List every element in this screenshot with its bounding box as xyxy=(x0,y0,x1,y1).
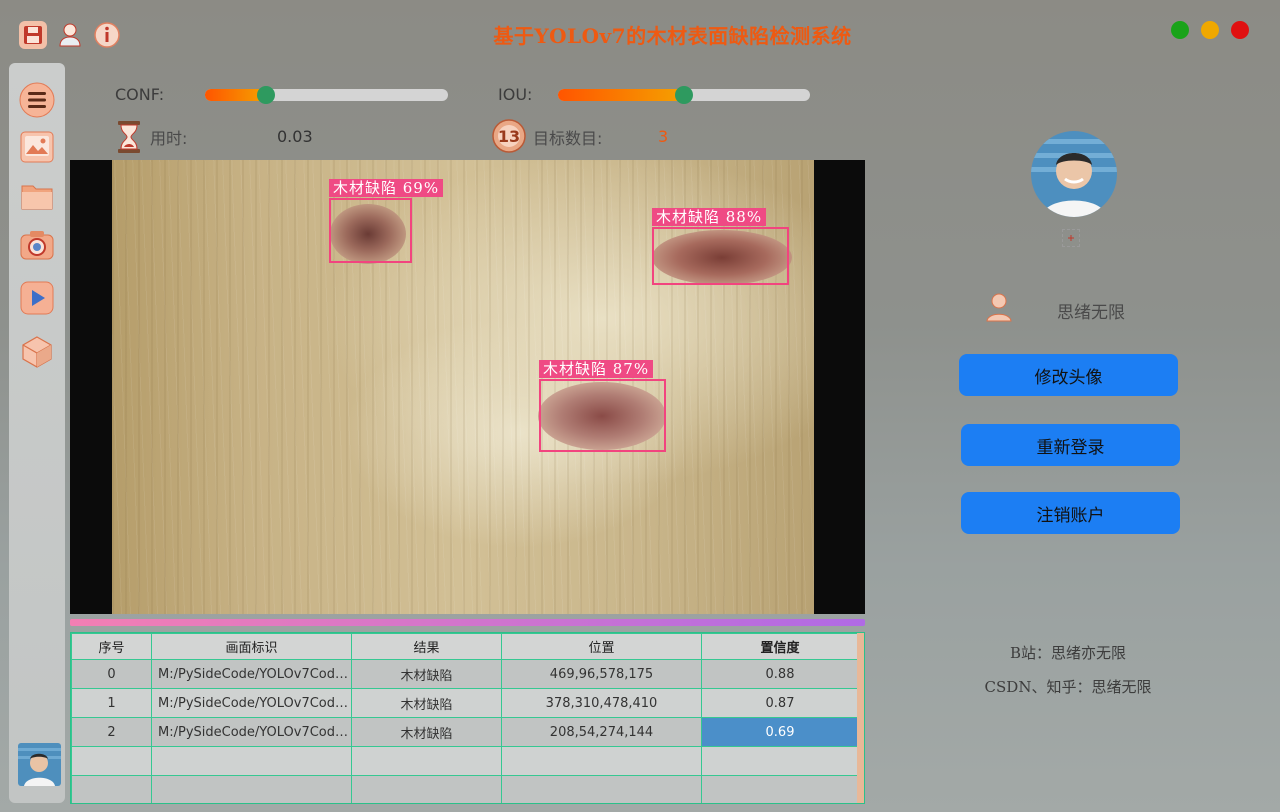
target-count-icon: 13 xyxy=(492,119,526,153)
change-avatar-button[interactable]: 修改头像 xyxy=(959,354,1178,396)
count-label: 目标数目: xyxy=(533,129,603,148)
iou-label: IOU: xyxy=(498,85,533,104)
cell-result[interactable]: 木材缺陷 xyxy=(351,659,502,689)
table-row[interactable]: 1 M:/PySideCode/YOLOv7Code/images/wood_0… xyxy=(71,688,859,718)
credit-csdn: CSDN、知乎：思绪无限 xyxy=(984,678,1152,696)
cell-index[interactable]: 2 xyxy=(71,717,152,747)
close-button[interactable] xyxy=(1231,21,1249,39)
cell-confidence[interactable]: 0.88 xyxy=(701,659,859,689)
image-icon[interactable] xyxy=(18,128,56,166)
table-row[interactable]: 0 M:/PySideCode/YOLOv7Code/images/wood_0… xyxy=(71,659,859,689)
iou-slider[interactable] xyxy=(558,86,810,104)
maximize-button[interactable] xyxy=(1201,21,1219,39)
user-name: 思绪无限 xyxy=(1057,303,1125,323)
relogin-button[interactable]: 重新登录 xyxy=(961,424,1180,466)
add-avatar-icon[interactable] xyxy=(1062,229,1080,247)
cell-index[interactable]: 1 xyxy=(71,688,152,718)
cell-confidence-selected[interactable]: 0.69 xyxy=(701,717,859,747)
table-row[interactable] xyxy=(71,746,859,776)
avatar-small[interactable] xyxy=(18,743,61,786)
cell-position[interactable]: 208,54,274,144 xyxy=(501,717,702,747)
cell-source[interactable]: M:/PySideCode/YOLOv7Code/images/wood_001… xyxy=(151,659,352,689)
column-header-confidence[interactable]: 置信度 xyxy=(701,633,859,660)
count-value: 3 xyxy=(658,127,669,146)
time-value: 0.03 xyxy=(277,127,313,146)
column-header-source[interactable]: 画面标识 xyxy=(151,633,352,660)
conf-label: CONF: xyxy=(115,85,165,104)
column-header-result[interactable]: 结果 xyxy=(351,633,502,660)
logout-button[interactable]: 注销账户 xyxy=(961,492,1180,534)
divider xyxy=(70,619,865,626)
user-profile-icon xyxy=(985,292,1013,322)
detection-box xyxy=(652,227,789,285)
cell-result[interactable]: 木材缺陷 xyxy=(351,688,502,718)
detection-box xyxy=(329,198,412,263)
detection-box xyxy=(539,379,666,452)
video-play-icon[interactable] xyxy=(18,279,56,317)
sidebar xyxy=(9,63,65,803)
folder-icon[interactable] xyxy=(18,177,56,215)
column-header-position[interactable]: 位置 xyxy=(501,633,702,660)
cell-source[interactable]: M:/PySideCode/YOLOv7Code/images/wood_001… xyxy=(151,688,352,718)
cell-position[interactable]: 469,96,578,175 xyxy=(501,659,702,689)
detection-label: 木材缺陷 88% xyxy=(652,208,767,226)
conf-slider-handle[interactable] xyxy=(256,86,275,104)
table-scrollbar[interactable] xyxy=(857,633,864,803)
table-row[interactable]: 2 M:/PySideCode/YOLOv7Code/images/wood_0… xyxy=(71,717,859,747)
cell-confidence[interactable]: 0.87 xyxy=(701,688,859,718)
iou-slider-handle[interactable] xyxy=(675,86,693,104)
detection-label: 木材缺陷 69% xyxy=(329,179,444,197)
camera-icon[interactable] xyxy=(18,226,56,264)
time-label: 用时: xyxy=(150,129,188,148)
iou-slider-fill xyxy=(558,89,684,101)
avatar-large[interactable] xyxy=(1031,131,1117,217)
model-cube-icon[interactable] xyxy=(18,333,56,371)
hourglass-icon xyxy=(115,120,143,154)
results-table[interactable]: 序号 画面标识 结果 位置 置信度 0 M:/PySideCode/YOLOv7… xyxy=(70,632,865,804)
menu-icon[interactable] xyxy=(18,81,56,119)
detection-label: 木材缺陷 87% xyxy=(539,360,654,378)
image-viewer: 木材缺陷 69% 木材缺陷 88% 木材缺陷 87% xyxy=(70,160,865,614)
credit-bilibili: B站：思绪亦无限 xyxy=(1009,644,1127,662)
cell-source[interactable]: M:/PySideCode/YOLOv7Code/images/wood_001… xyxy=(151,717,352,747)
window-title: 基于YOLOv7的木材表面缺陷检测系统 xyxy=(493,24,852,48)
svg-text:13: 13 xyxy=(498,127,520,146)
minimize-button[interactable] xyxy=(1171,21,1189,39)
table-row[interactable] xyxy=(71,775,859,803)
column-header-index[interactable]: 序号 xyxy=(71,633,152,660)
cell-result[interactable]: 木材缺陷 xyxy=(351,717,502,747)
cell-position[interactable]: 378,310,478,410 xyxy=(501,688,702,718)
cell-index[interactable]: 0 xyxy=(71,659,152,689)
conf-slider[interactable] xyxy=(205,86,448,104)
